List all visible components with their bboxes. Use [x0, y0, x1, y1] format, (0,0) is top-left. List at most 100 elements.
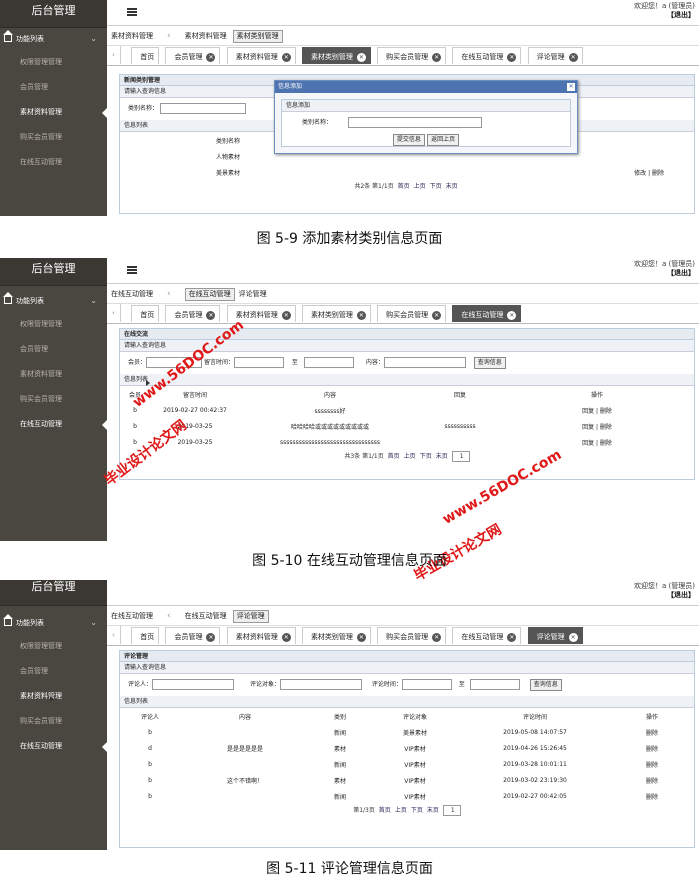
close-icon[interactable]: ✕ — [356, 311, 366, 320]
tab-scroll-left-icon[interactable]: ‹ — [107, 304, 121, 322]
comment-object-input[interactable] — [279, 679, 362, 690]
close-icon[interactable]: ✕ — [507, 633, 517, 642]
tab-home[interactable]: 首页 — [131, 627, 160, 644]
sidebar-item-members[interactable]: 会员管理 — [0, 659, 107, 684]
logout-link[interactable]: 【退出】 — [667, 591, 695, 599]
sidebar-item-vip[interactable]: 购买会员管理 — [0, 709, 107, 734]
back-arrow-icon[interactable]: ‹ — [167, 31, 171, 41]
main-area: 欢迎您！a (管理员) 【退出】 素材资料管理 ‹ 素材资料管理 素材类别管理 ‹ 首页… — [107, 0, 699, 216]
pager: 第1/3页 首页 上页 下页 末页 1 — [120, 804, 694, 818]
sidebar-item-permission[interactable]: 权限管理管理 — [0, 312, 107, 337]
submit-button[interactable]: 提交信息 — [392, 134, 425, 146]
close-icon[interactable]: ✕ — [568, 633, 578, 642]
close-icon[interactable]: ✕ — [356, 633, 366, 642]
back-arrow-icon[interactable]: ‹ — [167, 611, 171, 621]
content-input[interactable] — [383, 357, 466, 368]
tab-home[interactable]: 首页 — [131, 47, 160, 64]
sidebar-group-functions[interactable]: 功能列表 ⌄ — [0, 28, 107, 50]
caption-fig3: 图 5-11 评论管理信息页面 — [266, 861, 433, 877]
page-select[interactable]: 1 — [451, 451, 470, 462]
time-from-input[interactable] — [401, 679, 452, 690]
menu-icon[interactable] — [127, 266, 137, 274]
close-icon[interactable]: ✕ — [281, 633, 291, 642]
delete-link[interactable]: 删除 — [610, 772, 694, 788]
sidebar-item-members[interactable]: 会员管理 — [0, 337, 107, 362]
tab-vip[interactable]: 购买会员管理 ✕ — [377, 305, 447, 322]
table-row: b 这个不错啊！ 素材 VIP素材 2019-03-02 23:19:30 删除 — [120, 772, 694, 788]
tab-bar: ‹ 首页 会员管理 ✕ 素材资料管理 ✕ 素材类别管理 ✕ 购买会员管理 ✕ 在线互动管… — [107, 46, 699, 66]
tab-material-category[interactable]: 素材类别管理 ✕ — [301, 627, 371, 644]
page-select[interactable]: 1 — [442, 805, 461, 816]
tab-scroll-left-icon[interactable]: ‹ — [107, 46, 121, 64]
tab-comments[interactable]: 评论管理 ✕ — [527, 47, 583, 64]
search-button[interactable]: 查询信息 — [529, 678, 562, 691]
screenshot-fig2: 后台管理 功能列表 ⌄ 权限管理管理 会员管理 素材资料管理 购买会员管理 在线互… — [0, 258, 699, 541]
tab-scroll-left-icon[interactable]: ‹ — [107, 626, 121, 644]
tab-interaction[interactable]: 在线互动管理 ✕ — [452, 47, 522, 64]
tab-interaction[interactable]: 在线互动管理 ✕ — [452, 305, 522, 322]
panel-title: 评论管理 — [120, 651, 694, 662]
category-name-input[interactable] — [159, 103, 246, 114]
close-icon[interactable]: ✕ — [507, 311, 517, 320]
commenter-input[interactable] — [152, 679, 235, 690]
time-from-input[interactable] — [233, 357, 284, 368]
sidebar-group-functions[interactable]: 功能列表 ⌄ — [0, 290, 107, 312]
close-icon[interactable]: ✕ — [567, 83, 575, 91]
dialog-category-input[interactable] — [347, 117, 482, 128]
sidebar-group-functions[interactable]: 功能列表 ⌄ — [0, 612, 107, 634]
delete-link[interactable]: 删除 — [610, 756, 694, 772]
sidebar-item-materials[interactable]: 素材资料管理 — [0, 362, 107, 387]
sidebar-item-materials[interactable]: 素材资料管理 — [0, 100, 108, 125]
tab-members[interactable]: 会员管理 ✕ — [165, 47, 221, 64]
close-icon[interactable]: ✕ — [432, 311, 442, 320]
close-icon[interactable]: ✕ — [432, 633, 442, 642]
close-icon[interactable]: ✕ — [568, 53, 578, 62]
time-to-input[interactable] — [303, 357, 354, 368]
row-actions[interactable]: 回复 | 删除 — [500, 418, 694, 434]
tab-members[interactable]: 会员管理 ✕ — [165, 627, 221, 644]
tab-materials[interactable]: 素材资料管理 ✕ — [226, 627, 296, 644]
sidebar-item-permission[interactable]: 权限管理管理 — [0, 634, 107, 659]
delete-link[interactable]: 删除 — [610, 788, 694, 804]
sidebar-item-interaction[interactable]: 在线互动管理 — [0, 150, 107, 175]
tab-vip[interactable]: 购买会员管理 ✕ — [377, 47, 447, 64]
row-actions[interactable]: 回复 | 删除 — [500, 434, 694, 450]
sidebar-item-interaction[interactable]: 在线互动管理 — [0, 412, 108, 437]
close-icon[interactable]: ✕ — [281, 311, 291, 320]
tab-vip[interactable]: 购买会员管理 ✕ — [377, 627, 447, 644]
screenshot-fig3: 后台管理 功能列表 ⌄ 权限管理管理 会员管理 素材资料管理 购买会员管理 在线互… — [0, 580, 699, 850]
time-to-input[interactable] — [469, 679, 520, 690]
tab-materials[interactable]: 素材资料管理 ✕ — [226, 47, 296, 64]
close-icon[interactable]: ✕ — [507, 53, 517, 62]
sidebar-item-members[interactable]: 会员管理 — [0, 75, 107, 100]
tab-material-category[interactable]: 素材类别管理 ✕ — [301, 305, 371, 322]
sidebar-item-interaction[interactable]: 在线互动管理 — [0, 734, 108, 759]
sidebar-item-permission[interactable]: 权限管理管理 — [0, 50, 107, 75]
row-actions[interactable]: 修改 | 删除 — [320, 164, 694, 180]
tab-home[interactable]: 首页 — [131, 305, 160, 322]
close-icon[interactable]: ✕ — [432, 53, 442, 62]
tab-interaction[interactable]: 在线互动管理 ✕ — [452, 627, 522, 644]
caption-fig1: 图 5-9 添加素材类别信息页面 — [256, 231, 443, 247]
close-icon[interactable]: ✕ — [206, 53, 216, 62]
back-arrow-icon[interactable]: ‹ — [167, 289, 171, 299]
close-icon[interactable]: ✕ — [206, 311, 216, 320]
close-icon[interactable]: ✕ — [356, 53, 366, 62]
delete-link[interactable]: 删除 — [610, 724, 694, 740]
sidebar-item-vip[interactable]: 购买会员管理 — [0, 125, 107, 150]
menu-icon[interactable] — [127, 8, 137, 16]
tab-material-category[interactable]: 素材类别管理 ✕ — [301, 47, 371, 64]
close-icon[interactable]: ✕ — [206, 633, 216, 642]
back-button[interactable]: 返回上页 — [427, 134, 460, 146]
delete-link[interactable]: 删除 — [610, 740, 694, 756]
logout-link[interactable]: 【退出】 — [667, 269, 695, 277]
search-button[interactable]: 查询信息 — [473, 356, 506, 369]
table-row: 美景素材 修改 | 删除 — [120, 164, 694, 180]
row-actions[interactable]: 回复 | 删除 — [500, 402, 694, 418]
tab-members[interactable]: 会员管理 ✕ — [165, 305, 221, 322]
close-icon[interactable]: ✕ — [281, 53, 291, 62]
sidebar-item-vip[interactable]: 购买会员管理 — [0, 387, 107, 412]
logout-link[interactable]: 【退出】 — [667, 11, 695, 19]
caption-fig2: 图 5-10 在线互动管理信息页面 — [252, 553, 447, 569]
tab-comments[interactable]: 评论管理 ✕ — [527, 627, 583, 644]
